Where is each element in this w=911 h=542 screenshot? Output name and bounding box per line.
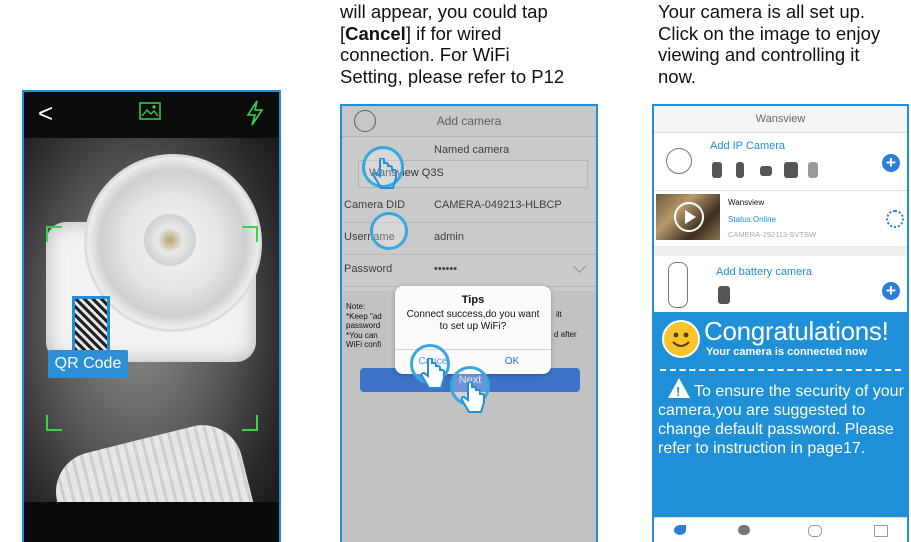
scan-corner-bl [46,415,62,431]
camera-status: Status:Online [728,215,777,224]
mail-icon[interactable] [874,525,888,537]
qr-scan-screen: < QR Code [22,90,281,542]
chat-icon[interactable] [738,525,750,535]
add-ip-camera-row[interactable]: Add IP Camera + [654,132,907,191]
caption-middle-line4: Setting, please refer to P12 [340,65,565,87]
modal-dim-top [342,106,596,291]
home-icon[interactable] [674,525,686,535]
app-header: Wansview [654,106,907,133]
dialog-title: Tips [461,294,485,306]
add-ip-camera-plus-icon[interactable]: + [882,154,900,172]
caption-middle-line3: connection. For WiFi [340,44,510,65]
ip-camera-icon [666,148,692,174]
camera-id: CAMERA-292113-SVTBW [728,230,817,239]
caption-right-line2: Click on the image to enjoy [658,22,881,44]
camera-model-icon [808,162,818,178]
scan-bottombar [24,502,279,542]
qr-code-highlight [72,296,110,354]
warning-lead: To ensure the security [694,383,851,400]
caption-right-line3: viewing and controlling it [658,44,860,65]
back-icon[interactable]: < [38,98,53,129]
caption-right-line1: Your camera is all set up. [658,1,866,22]
security-warning: To ensure the security of your camera,yo… [658,378,904,458]
cancel-keyword: Cancel [345,22,406,44]
caption-middle-line2-suffix: if for wired [410,22,502,44]
caption-middle-line2: [Cancel] if for wired [340,22,502,44]
more-icon[interactable] [808,525,822,537]
congratulations-banner: Congratulations! Your camera is connecte… [654,312,907,542]
device-list-screen: Wansview Add IP Camera + Wansview Status… [652,104,909,542]
pointing-hand-icon [372,158,397,189]
pointing-hand-icon [460,382,485,413]
scan-corner-br [242,415,258,431]
caption-middle-line1: will appear, you could tap [340,1,548,22]
section-divider [654,246,907,256]
camera-model-icon [760,166,772,176]
note-right-fragment: ilt [556,310,562,319]
gear-icon[interactable] [886,210,904,228]
dialog-ok-button[interactable]: OK [473,356,551,367]
camera-model-icon [712,162,722,178]
pointing-hand-icon [420,358,445,389]
caption-middle: will appear, you could tap [Cancel] if f… [340,1,640,87]
bottom-tab-bar [654,517,907,542]
camera-viewfinder: QR Code [24,138,279,542]
qr-code-label: QR Code [48,350,128,378]
dialog-message: Connect success,do you want to set up Wi… [406,309,540,332]
caption-right-line4: now. [658,65,697,87]
smiley-icon [662,320,700,358]
camera-model-icon [736,162,744,178]
camera-model-icon [784,162,798,178]
smiley-face-icon [672,332,690,347]
camera-thumbnail[interactable] [656,194,720,240]
add-camera-screen: Add camera Named camera Wansview Q3S Cam… [340,104,598,542]
note-right-fragment: d after [554,330,577,339]
camera-name: Wansview [728,198,765,207]
battery-camera-icon [668,262,688,308]
connected-subline: Your camera is connected now [706,346,868,358]
warning-icon [668,378,690,401]
play-icon[interactable] [674,202,704,232]
add-battery-camera-row[interactable]: Add battery camera + [654,256,907,316]
add-ip-camera-label: Add IP Camera [710,140,786,152]
dashed-divider [660,369,901,371]
camera-list-item[interactable]: Wansview Status:Online CAMERA-292113-SVT… [654,190,907,247]
scan-corner-tr [242,226,258,242]
add-battery-camera-label: Add battery camera [716,266,812,278]
add-battery-camera-plus-icon[interactable]: + [882,282,900,300]
congratulations-headline: Congratulations! [704,316,889,346]
scan-topbar: < [24,92,279,138]
image-icon[interactable] [139,102,161,120]
caption-right: Your camera is all set up. Click on the … [658,1,911,87]
battery-camera-model-icon [718,286,730,304]
scan-corner-tl [46,226,62,242]
tap-indicator-did [370,212,408,250]
flash-icon[interactable] [246,100,264,126]
